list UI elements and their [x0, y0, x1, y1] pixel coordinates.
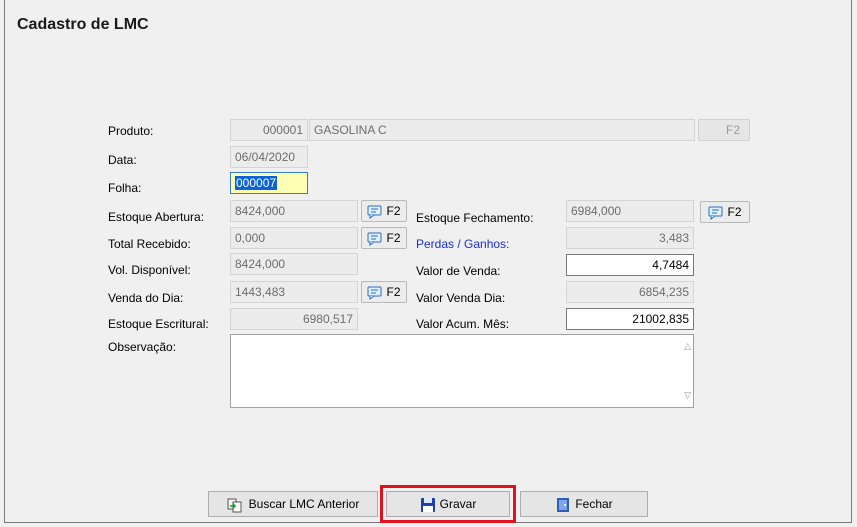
fechar-label: Fechar — [575, 497, 613, 511]
observacao-memo[interactable]: △ ▽ — [230, 334, 694, 408]
produto-label: Produto: — [108, 124, 154, 138]
folha-value: 000007 — [235, 176, 278, 190]
observacao-label: Observação: — [108, 340, 177, 354]
f2-label: F2 — [727, 205, 742, 219]
valor-acum-mes-field[interactable]: 21002,835 — [566, 308, 694, 330]
lookup-icon — [708, 206, 723, 220]
estoque-escritural-field[interactable]: 6980,517 — [230, 308, 358, 330]
estoque-abertura-field[interactable]: 8424,000 — [230, 200, 358, 222]
f2-label: F2 — [386, 204, 401, 218]
produto-f2-button[interactable]: F2 — [698, 119, 750, 141]
lmc-window: Cadastro de LMC — [4, 0, 852, 523]
estoque-fechamento-field[interactable]: 6984,000 — [566, 200, 694, 222]
venda-do-dia-field[interactable]: 1443,483 — [230, 281, 358, 303]
perdas-ganhos-field[interactable]: 3,483 — [566, 227, 694, 249]
scroll-up-icon[interactable]: △ — [684, 341, 691, 352]
produto-nome-field[interactable]: GASOLINA C — [309, 119, 695, 141]
close-door-icon — [557, 497, 570, 512]
valor-de-venda-label: Valor de Venda: — [416, 264, 501, 278]
folha-field[interactable]: 000007 — [230, 172, 308, 194]
total-recebido-f2-button[interactable]: F2 — [361, 227, 407, 249]
f2-label: F2 — [386, 285, 401, 299]
vol-disponivel-field[interactable]: 8424,000 — [230, 253, 358, 275]
scroll-down-icon[interactable]: ▽ — [684, 390, 691, 401]
buscar-lmc-anterior-button[interactable]: Buscar LMC Anterior — [208, 491, 378, 517]
perdas-ganhos-label: Perdas / Ganhos: — [416, 237, 510, 251]
estoque-abertura-label: Estoque Abertura: — [108, 210, 205, 224]
fechar-button[interactable]: Fechar — [520, 491, 648, 517]
valor-de-venda-field[interactable]: 4,7484 — [566, 254, 694, 276]
folha-label: Folha: — [108, 181, 142, 195]
total-recebido-field[interactable]: 0,000 — [230, 227, 358, 249]
valor-acum-mes-label: Valor Acum. Mês: — [416, 317, 510, 331]
venda-do-dia-label: Venda do Dia: — [108, 291, 184, 305]
valor-venda-dia-field[interactable]: 6854,235 — [566, 281, 694, 303]
search-previous-icon — [227, 498, 242, 513]
buscar-label: Buscar LMC Anterior — [248, 497, 360, 511]
produto-codigo-field[interactable]: 000001 — [230, 119, 308, 141]
estoque-fechamento-f2-button[interactable]: F2 — [700, 201, 750, 223]
estoque-abertura-f2-button[interactable]: F2 — [361, 200, 407, 222]
estoque-fechamento-label: Estoque Fechamento: — [416, 211, 534, 225]
estoque-escritural-label: Estoque Escritural: — [108, 317, 209, 331]
f2-label: F2 — [386, 231, 401, 245]
window-title: Cadastro de LMC — [17, 16, 149, 33]
gravar-highlight — [380, 485, 516, 523]
data-field[interactable]: 06/04/2020 — [230, 146, 308, 168]
vol-disponivel-label: Vol. Disponível: — [108, 263, 191, 277]
venda-do-dia-f2-button[interactable]: F2 — [361, 281, 407, 303]
lookup-icon — [367, 205, 382, 219]
lookup-icon — [367, 232, 382, 246]
total-recebido-label: Total Recebido: — [108, 237, 191, 251]
f2-label: F2 — [725, 123, 740, 137]
lookup-icon — [367, 286, 382, 300]
valor-venda-dia-label: Valor Venda Dia: — [416, 291, 506, 305]
data-label: Data: — [108, 153, 137, 167]
